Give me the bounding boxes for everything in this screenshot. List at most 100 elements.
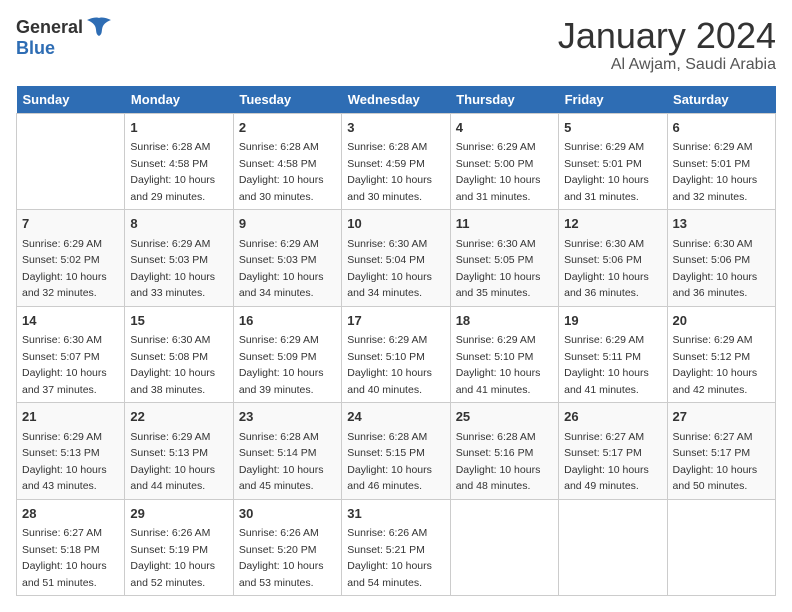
cell-content: Sunrise: 6:26 AMSunset: 5:19 PMDaylight:…	[130, 527, 215, 589]
calendar-cell: 15 Sunrise: 6:30 AMSunset: 5:08 PMDaylig…	[125, 306, 233, 403]
week-row-4: 21 Sunrise: 6:29 AMSunset: 5:13 PMDaylig…	[17, 403, 776, 500]
logo-text-general: General	[16, 17, 83, 38]
calendar-cell	[17, 113, 125, 210]
calendar-cell: 1 Sunrise: 6:28 AMSunset: 4:58 PMDayligh…	[125, 113, 233, 210]
day-header-sunday: Sunday	[17, 86, 125, 114]
calendar-cell: 12 Sunrise: 6:30 AMSunset: 5:06 PMDaylig…	[559, 210, 667, 307]
day-number: 22	[130, 407, 227, 427]
day-number: 11	[456, 214, 553, 234]
cell-content: Sunrise: 6:28 AMSunset: 5:14 PMDaylight:…	[239, 431, 324, 493]
day-header-friday: Friday	[559, 86, 667, 114]
day-number: 30	[239, 504, 336, 524]
day-number: 5	[564, 118, 661, 138]
week-row-5: 28 Sunrise: 6:27 AMSunset: 5:18 PMDaylig…	[17, 499, 776, 596]
calendar-cell: 26 Sunrise: 6:27 AMSunset: 5:17 PMDaylig…	[559, 403, 667, 500]
day-number: 16	[239, 311, 336, 331]
cell-content: Sunrise: 6:29 AMSunset: 5:03 PMDaylight:…	[130, 238, 215, 300]
day-number: 1	[130, 118, 227, 138]
calendar-cell: 7 Sunrise: 6:29 AMSunset: 5:02 PMDayligh…	[17, 210, 125, 307]
calendar-cell: 25 Sunrise: 6:28 AMSunset: 5:16 PMDaylig…	[450, 403, 558, 500]
calendar-cell: 21 Sunrise: 6:29 AMSunset: 5:13 PMDaylig…	[17, 403, 125, 500]
day-number: 3	[347, 118, 444, 138]
day-number: 26	[564, 407, 661, 427]
calendar-cell: 18 Sunrise: 6:29 AMSunset: 5:10 PMDaylig…	[450, 306, 558, 403]
calendar-cell: 5 Sunrise: 6:29 AMSunset: 5:01 PMDayligh…	[559, 113, 667, 210]
calendar-cell	[559, 499, 667, 596]
calendar-cell: 4 Sunrise: 6:29 AMSunset: 5:00 PMDayligh…	[450, 113, 558, 210]
day-number: 10	[347, 214, 444, 234]
cell-content: Sunrise: 6:30 AMSunset: 5:06 PMDaylight:…	[673, 238, 758, 300]
cell-content: Sunrise: 6:27 AMSunset: 5:17 PMDaylight:…	[673, 431, 758, 493]
calendar-cell: 24 Sunrise: 6:28 AMSunset: 5:15 PMDaylig…	[342, 403, 450, 500]
calendar-cell: 31 Sunrise: 6:26 AMSunset: 5:21 PMDaylig…	[342, 499, 450, 596]
calendar-cell: 27 Sunrise: 6:27 AMSunset: 5:17 PMDaylig…	[667, 403, 775, 500]
cell-content: Sunrise: 6:29 AMSunset: 5:11 PMDaylight:…	[564, 334, 649, 396]
day-number: 21	[22, 407, 119, 427]
logo-bird-icon	[85, 16, 113, 38]
cell-content: Sunrise: 6:28 AMSunset: 4:58 PMDaylight:…	[239, 141, 324, 203]
day-number: 27	[673, 407, 770, 427]
cell-content: Sunrise: 6:29 AMSunset: 5:12 PMDaylight:…	[673, 334, 758, 396]
day-number: 19	[564, 311, 661, 331]
calendar-cell: 9 Sunrise: 6:29 AMSunset: 5:03 PMDayligh…	[233, 210, 341, 307]
calendar-cell	[667, 499, 775, 596]
calendar-table: SundayMondayTuesdayWednesdayThursdayFrid…	[16, 86, 776, 597]
month-title: January 2024	[558, 16, 776, 56]
cell-content: Sunrise: 6:30 AMSunset: 5:06 PMDaylight:…	[564, 238, 649, 300]
week-row-1: 1 Sunrise: 6:28 AMSunset: 4:58 PMDayligh…	[17, 113, 776, 210]
cell-content: Sunrise: 6:29 AMSunset: 5:10 PMDaylight:…	[456, 334, 541, 396]
cell-content: Sunrise: 6:30 AMSunset: 5:05 PMDaylight:…	[456, 238, 541, 300]
calendar-cell: 22 Sunrise: 6:29 AMSunset: 5:13 PMDaylig…	[125, 403, 233, 500]
calendar-cell: 6 Sunrise: 6:29 AMSunset: 5:01 PMDayligh…	[667, 113, 775, 210]
logo: General Blue	[16, 16, 113, 59]
week-row-3: 14 Sunrise: 6:30 AMSunset: 5:07 PMDaylig…	[17, 306, 776, 403]
location-title: Al Awjam, Saudi Arabia	[558, 56, 776, 74]
day-number: 14	[22, 311, 119, 331]
day-header-saturday: Saturday	[667, 86, 775, 114]
day-number: 7	[22, 214, 119, 234]
day-number: 15	[130, 311, 227, 331]
day-number: 24	[347, 407, 444, 427]
day-number: 31	[347, 504, 444, 524]
calendar-cell: 11 Sunrise: 6:30 AMSunset: 5:05 PMDaylig…	[450, 210, 558, 307]
logo-text-blue: Blue	[16, 38, 55, 59]
cell-content: Sunrise: 6:28 AMSunset: 5:15 PMDaylight:…	[347, 431, 432, 493]
cell-content: Sunrise: 6:30 AMSunset: 5:04 PMDaylight:…	[347, 238, 432, 300]
cell-content: Sunrise: 6:26 AMSunset: 5:21 PMDaylight:…	[347, 527, 432, 589]
title-block: January 2024 Al Awjam, Saudi Arabia	[558, 16, 776, 74]
day-number: 8	[130, 214, 227, 234]
day-header-tuesday: Tuesday	[233, 86, 341, 114]
calendar-cell: 29 Sunrise: 6:26 AMSunset: 5:19 PMDaylig…	[125, 499, 233, 596]
calendar-cell: 13 Sunrise: 6:30 AMSunset: 5:06 PMDaylig…	[667, 210, 775, 307]
logo-wordmark: General Blue	[16, 16, 113, 59]
calendar-cell: 8 Sunrise: 6:29 AMSunset: 5:03 PMDayligh…	[125, 210, 233, 307]
calendar-cell: 28 Sunrise: 6:27 AMSunset: 5:18 PMDaylig…	[17, 499, 125, 596]
day-number: 2	[239, 118, 336, 138]
cell-content: Sunrise: 6:27 AMSunset: 5:17 PMDaylight:…	[564, 431, 649, 493]
calendar-cell: 3 Sunrise: 6:28 AMSunset: 4:59 PMDayligh…	[342, 113, 450, 210]
cell-content: Sunrise: 6:29 AMSunset: 5:02 PMDaylight:…	[22, 238, 107, 300]
cell-content: Sunrise: 6:29 AMSunset: 5:09 PMDaylight:…	[239, 334, 324, 396]
cell-content: Sunrise: 6:29 AMSunset: 5:00 PMDaylight:…	[456, 141, 541, 203]
calendar-cell: 17 Sunrise: 6:29 AMSunset: 5:10 PMDaylig…	[342, 306, 450, 403]
day-number: 28	[22, 504, 119, 524]
calendar-cell: 30 Sunrise: 6:26 AMSunset: 5:20 PMDaylig…	[233, 499, 341, 596]
day-number: 20	[673, 311, 770, 331]
cell-content: Sunrise: 6:28 AMSunset: 5:16 PMDaylight:…	[456, 431, 541, 493]
cell-content: Sunrise: 6:29 AMSunset: 5:10 PMDaylight:…	[347, 334, 432, 396]
cell-content: Sunrise: 6:29 AMSunset: 5:13 PMDaylight:…	[22, 431, 107, 493]
day-number: 17	[347, 311, 444, 331]
cell-content: Sunrise: 6:29 AMSunset: 5:13 PMDaylight:…	[130, 431, 215, 493]
cell-content: Sunrise: 6:29 AMSunset: 5:01 PMDaylight:…	[673, 141, 758, 203]
day-number: 18	[456, 311, 553, 331]
day-number: 12	[564, 214, 661, 234]
cell-content: Sunrise: 6:29 AMSunset: 5:03 PMDaylight:…	[239, 238, 324, 300]
cell-content: Sunrise: 6:26 AMSunset: 5:20 PMDaylight:…	[239, 527, 324, 589]
day-number: 25	[456, 407, 553, 427]
day-number: 4	[456, 118, 553, 138]
days-header-row: SundayMondayTuesdayWednesdayThursdayFrid…	[17, 86, 776, 114]
calendar-cell: 14 Sunrise: 6:30 AMSunset: 5:07 PMDaylig…	[17, 306, 125, 403]
cell-content: Sunrise: 6:30 AMSunset: 5:07 PMDaylight:…	[22, 334, 107, 396]
calendar-cell: 16 Sunrise: 6:29 AMSunset: 5:09 PMDaylig…	[233, 306, 341, 403]
cell-content: Sunrise: 6:27 AMSunset: 5:18 PMDaylight:…	[22, 527, 107, 589]
